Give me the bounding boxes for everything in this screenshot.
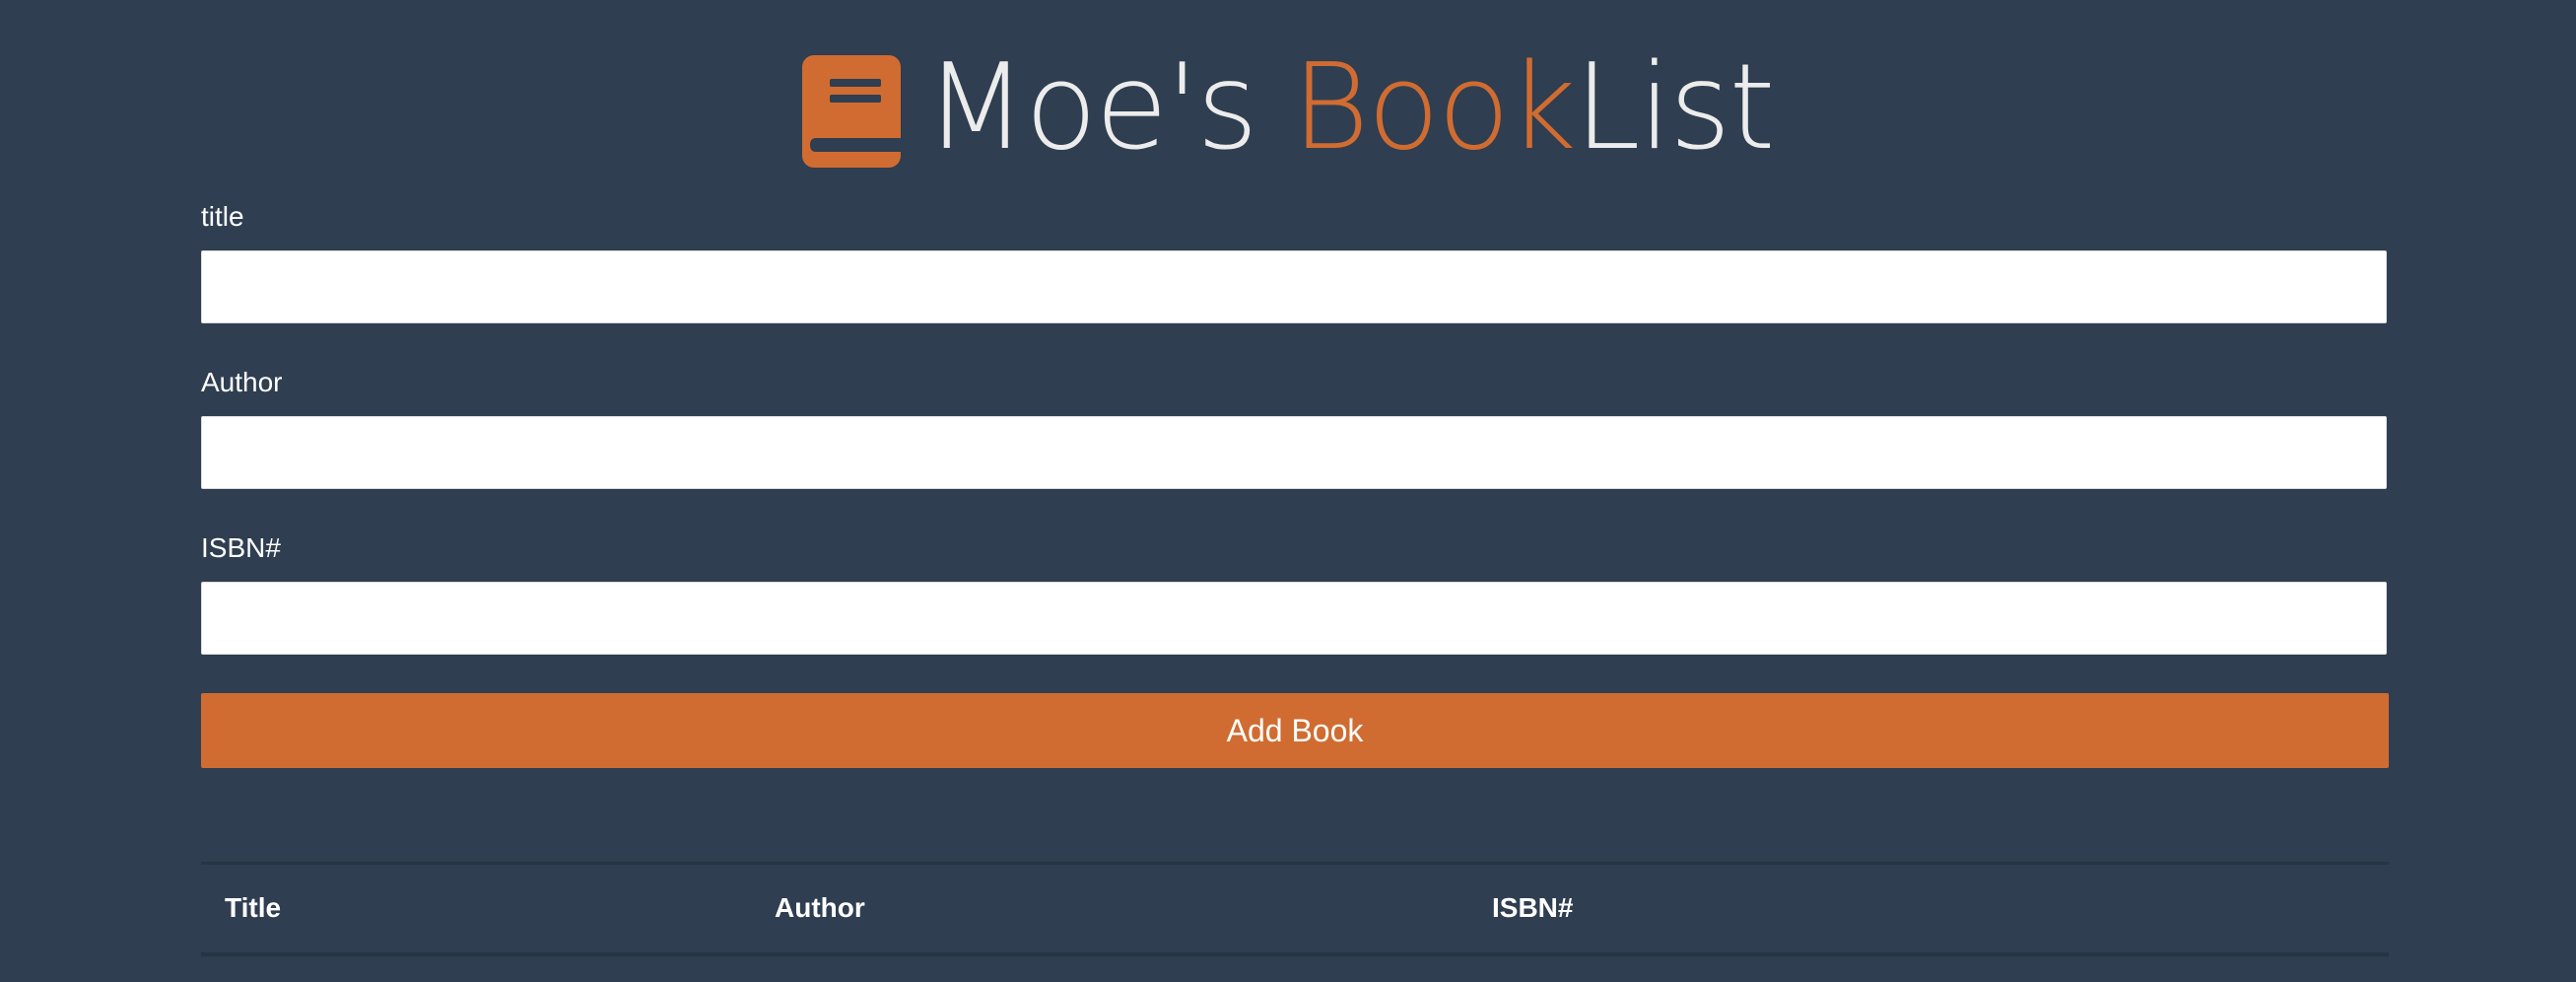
app-title-part2: Book <box>1291 39 1577 176</box>
app-header: Moe's BookList <box>0 39 2576 177</box>
title-input[interactable] <box>201 250 2387 323</box>
book-list-table: Title Author ISBN# <box>201 862 2389 956</box>
author-label: Author <box>201 367 283 397</box>
author-input[interactable] <box>201 416 2387 489</box>
isbn-label: ISBN# <box>201 532 281 563</box>
isbn-input[interactable] <box>201 582 2387 655</box>
app-title-part1: Moe's <box>924 39 1292 176</box>
column-header-author: Author <box>775 892 865 924</box>
book-icon <box>802 55 906 168</box>
column-header-title: Title <box>225 892 282 924</box>
column-header-isbn: ISBN# <box>1492 892 1574 924</box>
app-title: Moe's BookList <box>924 49 1775 168</box>
add-book-button[interactable]: Add Book <box>201 693 2389 768</box>
app-title-part3: List <box>1574 39 1776 176</box>
title-label: title <box>201 201 244 232</box>
table-header: Title Author ISBN# <box>201 863 2389 954</box>
table-header-row: Title Author ISBN# <box>201 863 2389 954</box>
book-form: title Author ISBN# <box>201 197 2389 694</box>
